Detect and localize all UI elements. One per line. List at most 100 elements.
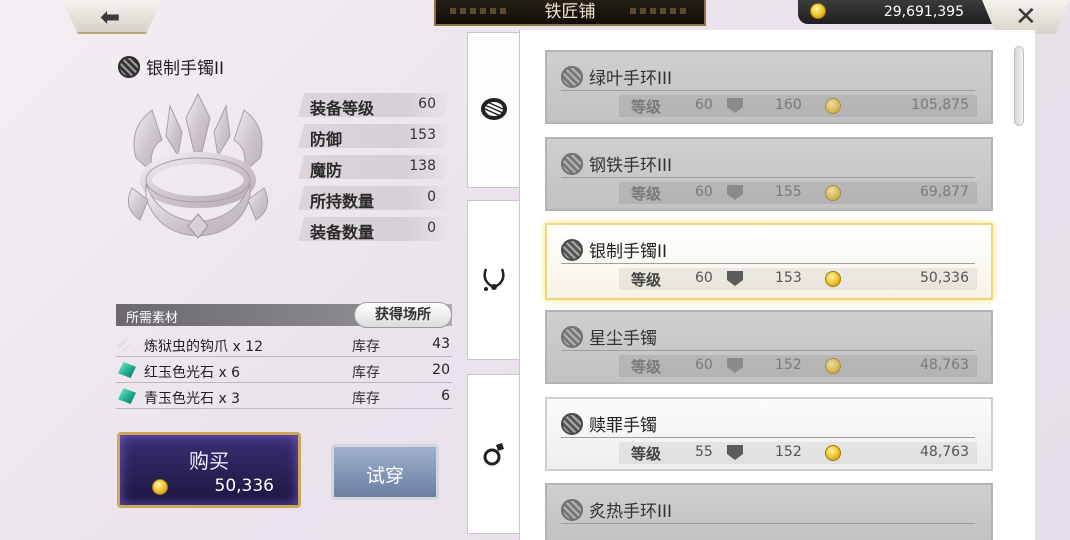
stat-magic-defense: 魔防 138: [298, 155, 450, 180]
price-value: 105,875: [911, 97, 969, 113]
stat-value: 153: [409, 127, 436, 143]
stat-owned-count: 所持数量 0: [298, 186, 450, 211]
bracelet-artwork-icon: [127, 92, 269, 239]
stat-value: 0: [427, 220, 436, 236]
tab-bracelet[interactable]: [467, 32, 521, 188]
shield-icon: [727, 358, 743, 373]
stock-value: 43: [432, 336, 450, 352]
materials-title: 所需素材: [126, 311, 179, 326]
divider: [561, 263, 975, 264]
stock-label: 库存: [352, 339, 380, 355]
stat-label: 所持数量: [310, 192, 375, 211]
list-item-stats: 等级 55 152 48,763: [619, 442, 977, 464]
scrollbar[interactable]: [1014, 46, 1024, 126]
bracelet-icon: [561, 499, 583, 521]
list-item[interactable]: 赎罪手镯 等级 55 152 48,763: [545, 397, 993, 471]
defense-value: 160: [775, 97, 802, 113]
level-value: 60: [695, 357, 713, 373]
acquire-location-button[interactable]: 获得场所: [354, 302, 452, 328]
price-value: 50,336: [920, 270, 969, 286]
stat-defense: 防御 153: [298, 124, 450, 149]
material-row: 红玉色光石 x 6 库存 20: [116, 358, 452, 383]
level-label: 等级: [631, 445, 662, 463]
stat-equipped-count: 装备数量 0: [298, 217, 450, 242]
shield-icon: [727, 445, 743, 460]
list-item-stats: 等级 60 153 50,336: [619, 268, 977, 290]
list-item[interactable]: 炙热手环III: [545, 483, 993, 540]
stat-value: 0: [427, 189, 436, 205]
divider: [561, 437, 975, 438]
bracelet-icon: [561, 66, 583, 88]
list-item-stats: 等级 60 152 48,763: [619, 355, 977, 377]
divider: [561, 90, 975, 91]
tab-necklace[interactable]: [467, 200, 521, 360]
buy-label: 购买: [189, 449, 229, 473]
coin-icon: [825, 358, 841, 374]
item-header: 银制手镯II: [118, 54, 224, 79]
stat-label: 防御: [310, 130, 343, 149]
level-label: 等级: [631, 358, 662, 376]
level-label: 等级: [631, 185, 662, 203]
material-name: 红玉色光石 x 6: [144, 365, 241, 381]
back-arrow-icon: ⬅: [100, 3, 121, 31]
bracelet-icon: [118, 55, 140, 78]
list-item-name: 赎罪手镯: [589, 416, 657, 436]
gem-icon: [118, 388, 136, 404]
stat-label: 装备数量: [310, 223, 375, 242]
defense-value: 153: [775, 270, 802, 286]
stock-label: 库存: [352, 391, 380, 407]
bracelet-icon: [561, 326, 583, 348]
shield-icon: [727, 271, 743, 286]
coin-icon: [825, 185, 841, 201]
stat-value: 138: [409, 158, 436, 174]
defense-value: 152: [775, 444, 802, 460]
claw-icon: [118, 336, 136, 352]
level-label: 等级: [631, 271, 662, 289]
price-value: 48,763: [920, 357, 969, 373]
item-name: 银制手镯II: [146, 59, 225, 79]
list-item[interactable]: 钢铁手环III 等级 60 155 69,877: [545, 137, 993, 211]
list-item-name: 绿叶手环III: [589, 69, 673, 89]
bracelet-tab-icon: [481, 98, 507, 120]
list-item-selected[interactable]: 银制手镯II 等级 60 153 50,336: [545, 223, 993, 300]
list-item-name: 钢铁手环III: [589, 156, 673, 176]
list-item-name: 银制手镯II: [589, 242, 668, 262]
bracelet-icon: [561, 239, 583, 261]
close-button[interactable]: ✕: [982, 0, 1070, 34]
stock-label: 库存: [352, 365, 380, 381]
level-value: 60: [695, 270, 713, 286]
coin-icon: [825, 98, 841, 114]
material-row: 炼狱虫的钩爪 x 12 库存 43: [116, 332, 452, 357]
defense-value: 155: [775, 184, 802, 200]
try-on-label: 试穿: [365, 465, 404, 487]
stock-value: 20: [432, 362, 450, 378]
stock-value: 6: [441, 388, 450, 404]
level-value: 60: [695, 97, 713, 113]
shield-icon: [727, 185, 743, 200]
coin-icon: [152, 479, 168, 495]
gold-display: 29,691,395: [798, 0, 994, 24]
list-item[interactable]: 星尘手镯 等级 60 152 48,763: [545, 310, 993, 384]
try-on-button[interactable]: 试穿: [331, 444, 439, 500]
buy-button[interactable]: 购买 50,336: [117, 432, 301, 508]
page-title: 铁匠铺: [544, 2, 596, 22]
stat-equip-level: 装备等级 60: [298, 93, 450, 118]
divider: [561, 350, 975, 351]
level-value: 60: [695, 184, 713, 200]
coin-icon: [825, 271, 841, 287]
list-item[interactable]: 绿叶手环III 等级 60 160 105,875: [545, 50, 993, 124]
shield-icon: [727, 98, 743, 113]
close-icon: ✕: [1015, 2, 1037, 32]
coin-icon: [825, 445, 841, 461]
material-name: 青玉色光石 x 3: [144, 391, 241, 407]
material-name: 炼狱虫的钩爪 x 12: [144, 339, 263, 355]
bracelet-icon: [561, 153, 583, 175]
tab-ring[interactable]: [467, 374, 521, 534]
back-button[interactable]: ⬅: [62, 0, 162, 34]
material-row: 青玉色光石 x 3 库存 6: [116, 384, 452, 409]
ring-tab-icon: [483, 443, 504, 466]
level-label: 等级: [631, 98, 662, 116]
stat-label: 装备等级: [310, 99, 375, 118]
title-plate: 铁匠铺: [434, 0, 706, 26]
list-item-stats: 等级 60 160 105,875: [619, 95, 977, 117]
